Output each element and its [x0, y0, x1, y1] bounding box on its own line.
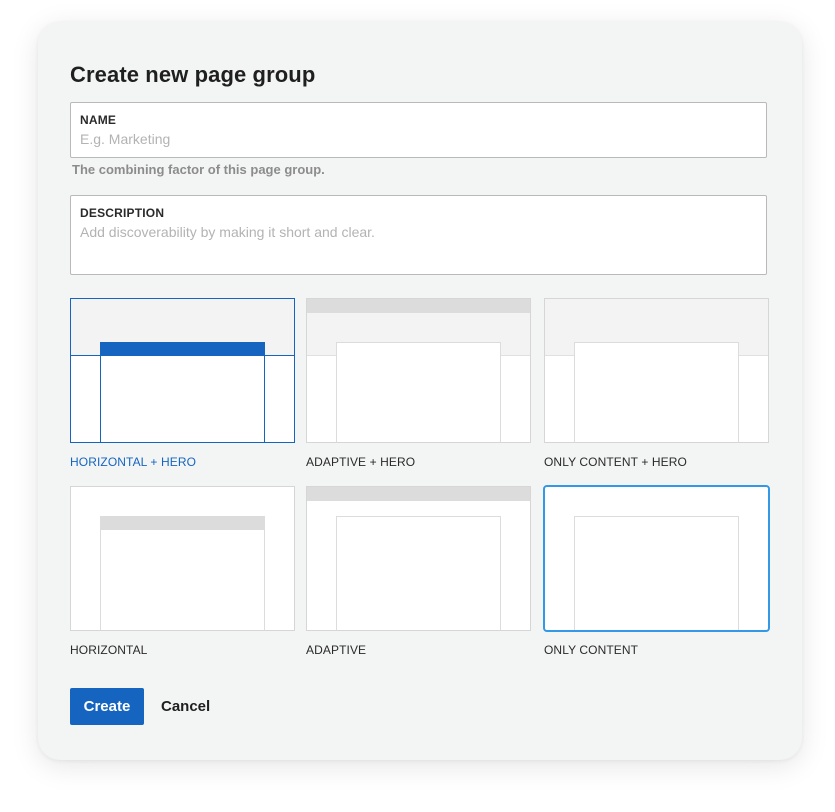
content-frame [574, 516, 739, 630]
description-field[interactable]: DESCRIPTION [70, 195, 767, 275]
name-help-text: The combining factor of this page group. [72, 162, 325, 177]
name-field-label: NAME [80, 113, 117, 127]
content-frame [336, 516, 501, 630]
content-frame [574, 342, 739, 442]
create-button[interactable]: Create [70, 688, 144, 725]
name-field[interactable]: NAME [70, 102, 767, 158]
layout-option-horizontal[interactable] [70, 486, 295, 631]
dialog-title: Create new page group [70, 62, 316, 87]
layout-option-only-content[interactable] [543, 485, 770, 632]
description-input[interactable] [80, 224, 750, 240]
name-input[interactable] [80, 131, 750, 147]
layout-label-only-content-hero[interactable]: ONLY CONTENT + HERO [544, 455, 687, 469]
top-nav-bar [307, 299, 530, 313]
layout-label-adaptive[interactable]: ADAPTIVE [306, 643, 366, 657]
cancel-button[interactable]: Cancel [151, 688, 220, 725]
content-frame [336, 342, 501, 442]
layout-option-adaptive[interactable] [306, 486, 531, 631]
layout-label-horizontal-hero[interactable]: HORIZONTAL + HERO [70, 455, 196, 469]
layout-label-adaptive-hero[interactable]: ADAPTIVE + HERO [306, 455, 415, 469]
content-frame [100, 342, 265, 442]
layout-option-horizontal-hero[interactable] [70, 298, 295, 443]
layout-label-only-content[interactable]: ONLY CONTENT [544, 643, 638, 657]
layout-label-horizontal[interactable]: HORIZONTAL [70, 643, 147, 657]
horizontal-nav-bar [100, 516, 265, 530]
content-frame [100, 516, 265, 630]
layout-option-only-content-hero[interactable] [544, 298, 769, 443]
create-page-group-dialog: Create new page group NAME The combining… [38, 22, 802, 760]
horizontal-nav-bar [100, 342, 265, 356]
description-field-label: DESCRIPTION [80, 206, 165, 220]
layout-option-adaptive-hero[interactable] [306, 298, 531, 443]
top-nav-bar [307, 487, 530, 501]
